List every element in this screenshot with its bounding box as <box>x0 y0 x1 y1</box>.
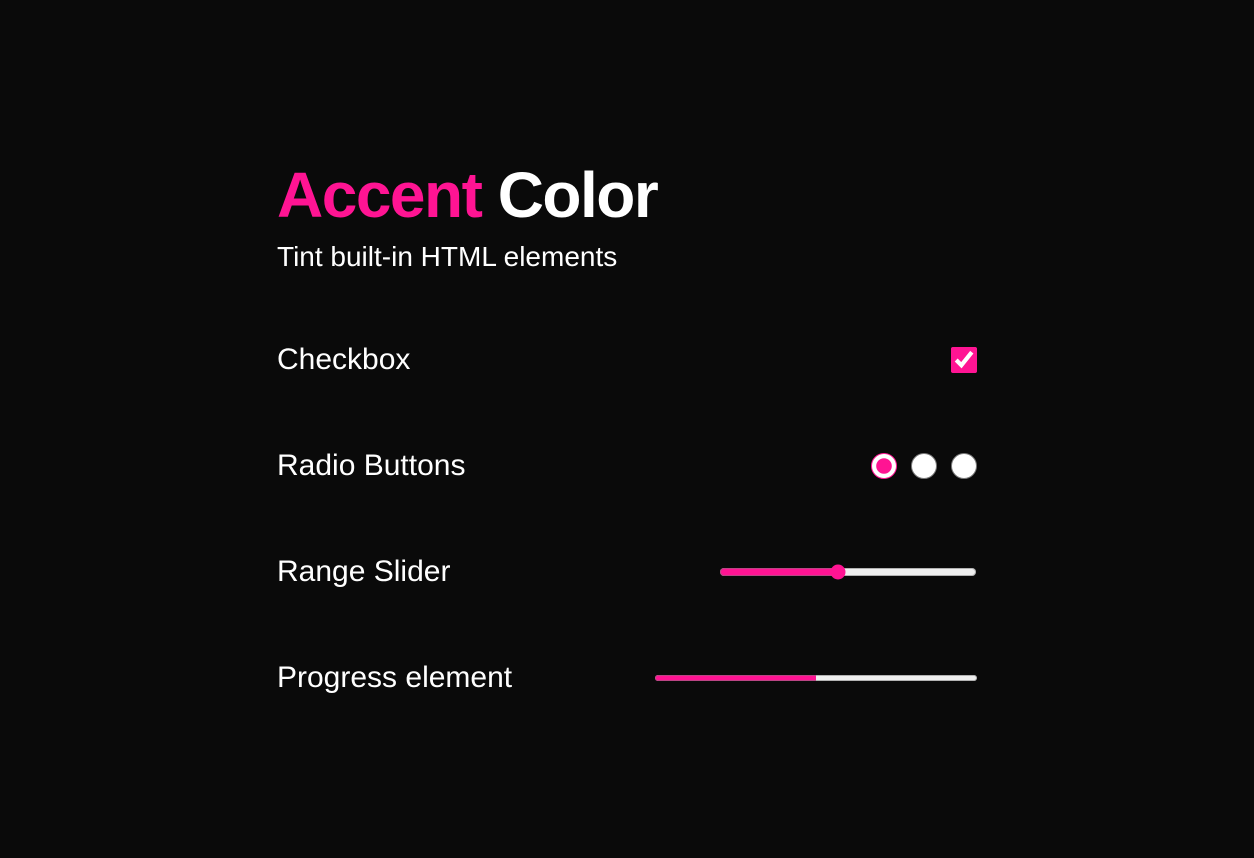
checkbox-control <box>951 347 977 373</box>
radio-control <box>865 453 977 479</box>
radio-input-3[interactable] <box>951 453 977 479</box>
checkbox-row: Checkbox <box>277 343 977 377</box>
radio-input-2[interactable] <box>911 453 937 479</box>
range-input[interactable] <box>719 560 977 584</box>
progress-row: Progress element <box>277 661 977 695</box>
range-label: Range Slider <box>277 555 450 589</box>
progress-label: Progress element <box>277 661 512 695</box>
page-subtitle: Tint built-in HTML elements <box>277 241 977 273</box>
checkbox-label: Checkbox <box>277 343 410 377</box>
page-title: Accent Color <box>277 163 977 227</box>
range-row: Range Slider <box>277 555 977 589</box>
checkbox-input[interactable] <box>951 347 977 373</box>
progress-element <box>655 672 977 684</box>
demo-container: Accent Color Tint built-in HTML elements… <box>277 163 977 695</box>
radio-label: Radio Buttons <box>277 449 465 483</box>
radio-row: Radio Buttons <box>277 449 977 483</box>
title-regular-word: Color <box>498 159 658 231</box>
progress-control <box>655 672 977 684</box>
title-accent-word: Accent <box>277 159 481 231</box>
radio-input-1[interactable] <box>871 453 897 479</box>
range-control <box>719 560 977 584</box>
